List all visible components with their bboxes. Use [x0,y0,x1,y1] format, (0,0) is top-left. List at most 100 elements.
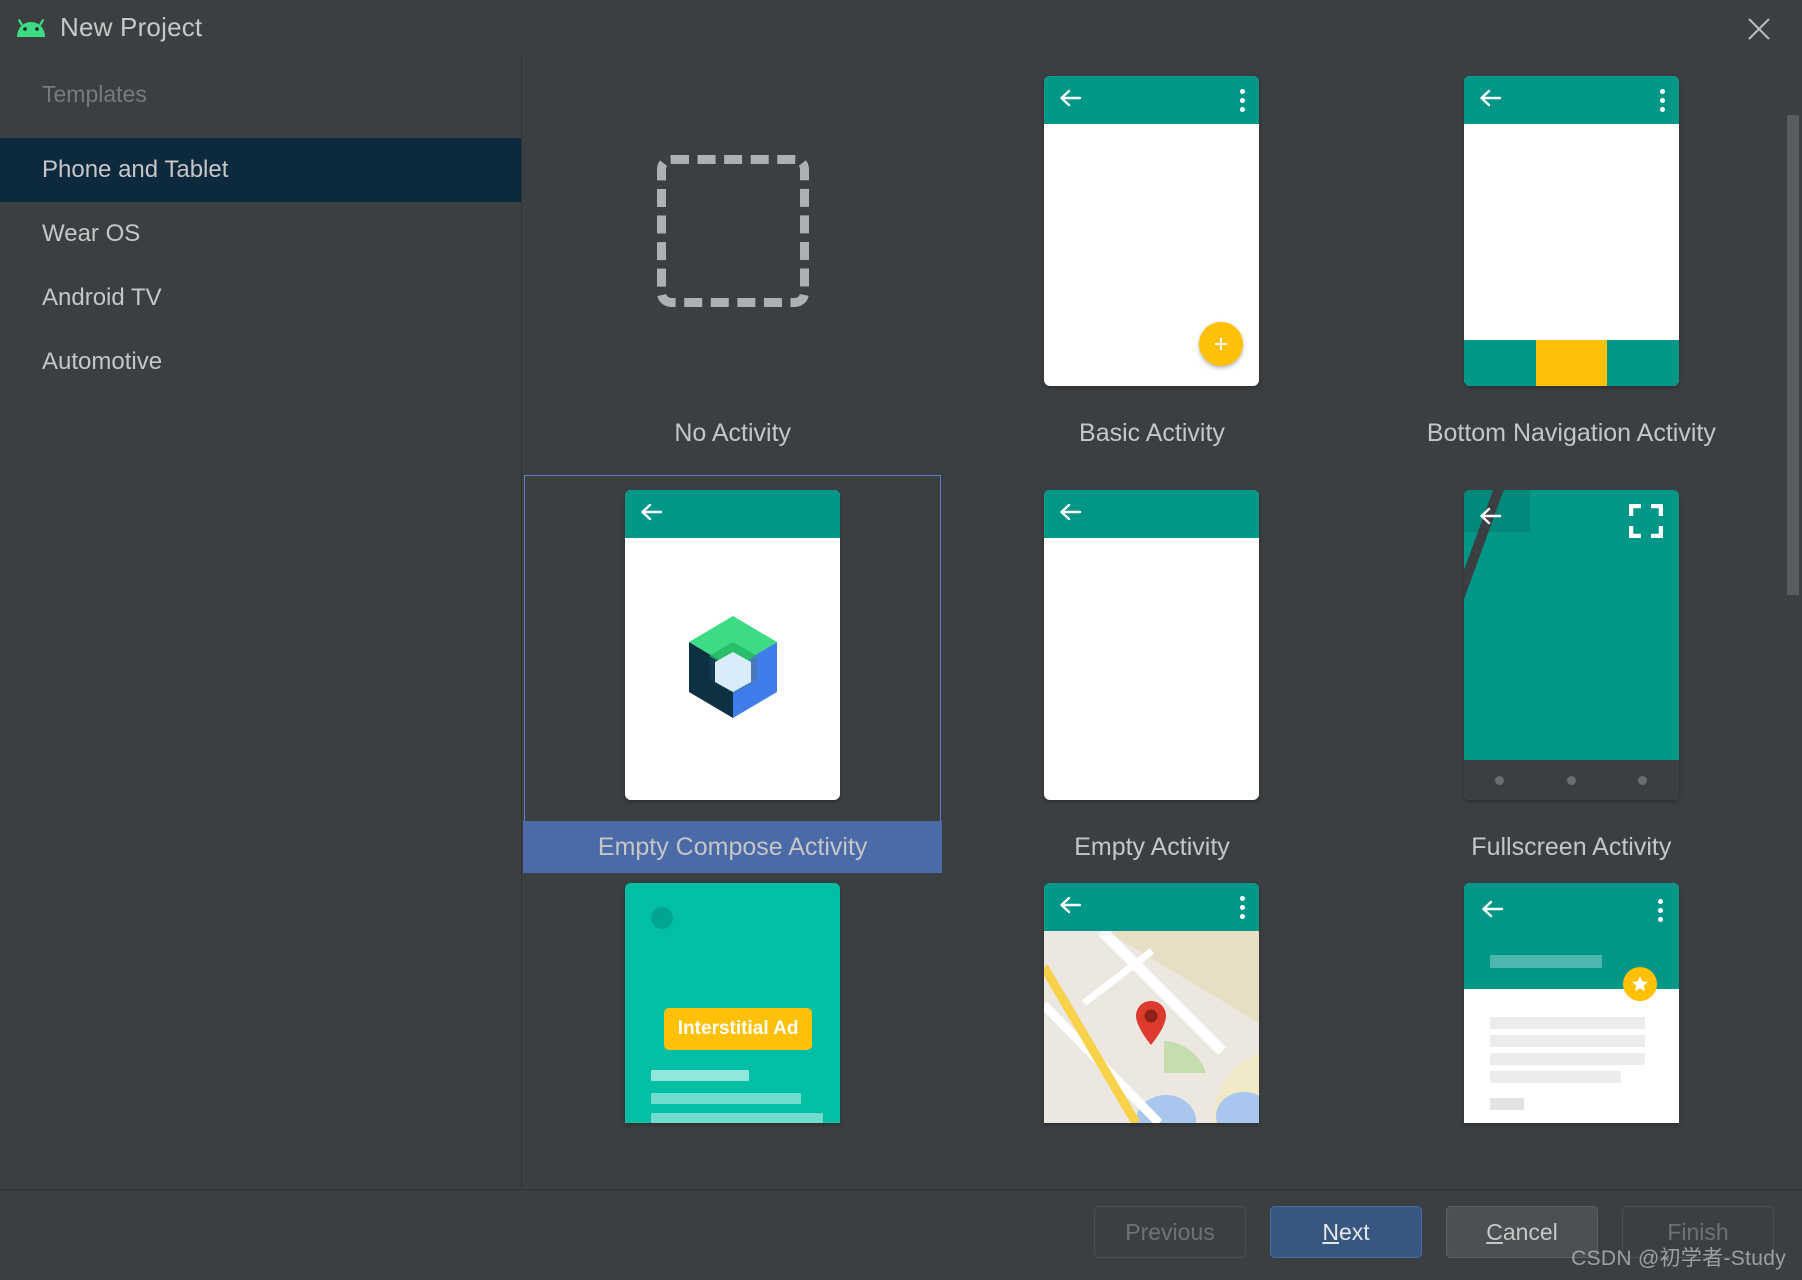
previous-button[interactable]: Previous [1094,1206,1246,1258]
bottom-navigation-bar [1463,340,1679,386]
sidebar-header: Templates [42,81,147,107]
app-bar [1044,76,1260,124]
template-card-bottom-navigation-activity[interactable]: Bottom Navigation Activity [1362,55,1781,469]
template-label: Basic Activity [1079,418,1225,447]
back-arrow-icon [1478,88,1504,113]
nav-dot [1638,775,1648,785]
cancel-button-mnemonic: C [1486,1218,1503,1245]
previous-button-label: Previous [1125,1218,1215,1245]
template-card-scrolling-activity[interactable] [1362,883,1781,1123]
sidebar-item-label: Android TV [42,284,162,311]
nav-dot [1566,775,1576,785]
phone-mock [1044,490,1260,800]
next-button-label: ext [1338,1218,1370,1245]
template-card-empty-compose-activity[interactable]: Empty Compose Activity [523,469,943,883]
template-label: Fullscreen Activity [1471,832,1672,861]
avatar-placeholder [651,907,674,929]
phone-mock [625,490,841,800]
title-placeholder [1489,955,1602,968]
back-arrow-icon [1058,502,1084,527]
bottom-nav-tab-active [1535,340,1608,386]
template-art-google-maps [942,883,1361,1123]
app-bar [625,490,841,538]
template-art-no-activity [523,55,942,407]
jetpack-compose-logo-icon [681,612,785,727]
back-arrow-icon [1058,895,1084,920]
template-label: Empty Compose Activity [523,821,943,873]
overflow-menu-icon [1657,899,1663,922]
content-line [1489,1098,1524,1110]
overflow-menu-icon [1240,88,1246,112]
template-art-basic-activity [942,55,1361,407]
template-card-interstitial-ad[interactable]: Interstitial Ad [523,883,942,1123]
phone-mock [1463,883,1679,1123]
system-nav-bar [1463,760,1679,800]
fullscreen-expand-icon [1628,503,1664,539]
app-bar [1044,883,1260,931]
close-icon[interactable] [1738,8,1780,50]
template-card-fullscreen-activity[interactable]: Fullscreen Activity [1362,469,1781,883]
app-bar [1044,490,1260,538]
watermark-text: CSDN @初学者-Study [1571,1247,1786,1270]
sidebar-list: Phone and Tablet Wear OS Android TV Auto… [0,138,521,394]
sidebar-item-label: Automotive [42,348,163,375]
app-bar [1463,76,1679,124]
sidebar-item-wear-os[interactable]: Wear OS [0,202,521,266]
gallery-scrollbar-thumb[interactable] [1787,115,1799,595]
template-card-no-activity[interactable]: No Activity [523,55,942,469]
nav-dot [1495,775,1505,785]
dialog-footer: Previous Next Cancel Finish [0,1189,1802,1280]
template-art-scrolling-activity [1362,883,1781,1123]
map-canvas [1044,931,1260,1123]
template-art-interstitial-ad: Interstitial Ad [523,883,942,1123]
template-art-fullscreen [1362,469,1781,821]
text-line [651,1113,824,1123]
cancel-button-label: ancel [1502,1218,1558,1245]
bottom-nav-tab [1607,340,1679,386]
next-button-mnemonic: N [1322,1218,1339,1245]
phone-mock [1044,76,1260,386]
content-line [1489,1017,1645,1029]
back-arrow-icon [1478,506,1504,531]
template-art-empty-compose [523,469,942,821]
back-arrow-icon [1058,88,1084,113]
template-label: Empty Activity [1074,832,1230,861]
phone-mock: Interstitial Ad [625,883,841,1123]
gallery-scrollbar-track[interactable] [1785,110,1802,1188]
android-logo-icon [14,17,48,39]
phone-mock [1463,490,1679,800]
sidebar-item-label: Phone and Tablet [42,156,229,183]
template-label: No Activity [674,418,792,447]
ad-inner-panel: Interstitial Ad [639,895,827,1123]
sidebar-item-phone-and-tablet[interactable]: Phone and Tablet [0,138,521,202]
overflow-menu-icon [1240,895,1246,919]
text-line [651,1070,750,1081]
next-button[interactable]: Next [1270,1206,1422,1258]
templates-sidebar: Templates Phone and Tablet Wear OS Andro… [0,55,522,1188]
template-card-google-maps-activity[interactable] [942,883,1361,1123]
window-title-bar: New Project [0,0,1802,55]
template-gallery: No Activity Basic Activity Bottom Naviga… [523,55,1802,1188]
phone-mock [1463,76,1679,386]
back-arrow-icon [639,502,665,527]
sidebar-item-label: Wear OS [42,220,141,247]
template-art-bottom-navigation [1362,55,1781,407]
interstitial-ad-button: Interstitial Ad [664,1008,813,1050]
sidebar-item-automotive[interactable]: Automotive [0,330,521,394]
template-card-empty-activity[interactable]: Empty Activity [942,469,1361,883]
template-card-basic-activity[interactable]: Basic Activity [942,55,1361,469]
content-line [1489,1035,1645,1047]
content-line [1489,1053,1645,1065]
template-label: Bottom Navigation Activity [1426,418,1716,447]
text-line [651,1093,802,1104]
phone-mock [1044,883,1260,1123]
content-line [1489,1071,1621,1083]
floating-action-button [1199,322,1244,366]
template-art-empty-activity [942,469,1361,821]
sidebar-item-android-tv[interactable]: Android TV [0,266,521,330]
bottom-nav-tab [1463,340,1536,386]
star-floating-action-button [1622,967,1657,1001]
dashed-placeholder-icon [656,155,809,307]
window-title: New Project [60,12,203,42]
template-grid: No Activity Basic Activity Bottom Naviga… [523,55,1781,1123]
